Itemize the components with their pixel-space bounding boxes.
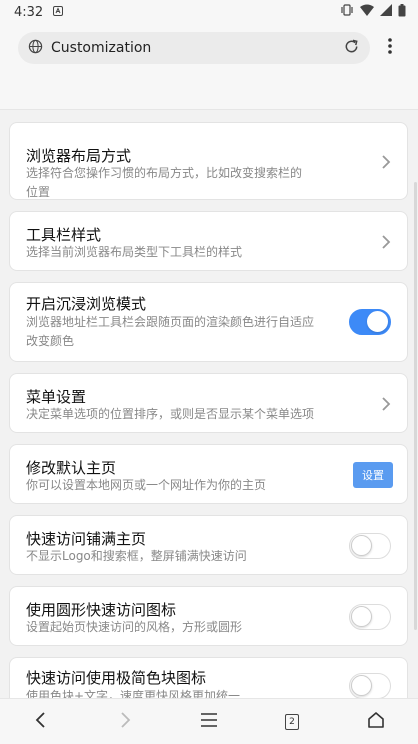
setting-toolbar-style[interactable]: 工具栏样式 选择当前浏览器布局类型下工具栏的样式 <box>9 211 408 271</box>
toggle-knob <box>367 311 388 332</box>
setting-default-homepage[interactable]: 修改默认主页 你可以设置本地网页或一个网址作为你的主页 设置 <box>9 444 408 504</box>
description-line: 选择当前浏览器布局类型下工具栏的样式 <box>26 245 243 259</box>
setting-title: 快速访问使用极简色块图标 <box>26 669 207 687</box>
reload-icon[interactable] <box>343 38 360 59</box>
setting-description: 选择符合您操作习惯的布局方式，比如改变搜索栏的 位置 <box>26 164 346 202</box>
description-line: 设置起始页快速访问的风格，方形或圆形 <box>26 620 243 634</box>
description-line: 使用色块+文字，速度更快风格更加统一 <box>26 689 241 698</box>
forward-button[interactable] <box>112 709 140 735</box>
bottom-navigation-bar: 2 <box>0 698 418 744</box>
hamburger-menu-icon <box>200 712 218 732</box>
setting-title: 菜单设置 <box>26 388 87 406</box>
round-icons-toggle[interactable] <box>349 604 391 630</box>
setting-quick-access-fullscreen[interactable]: 快速访问铺满主页 不显示Logo和搜索框，整屏铺满快速访问 <box>9 515 408 575</box>
menu-button[interactable] <box>195 709 223 735</box>
setting-immersive-mode[interactable]: 开启沉浸浏览模式 浏览器地址栏工具栏会跟随页面的渲染颜色进行自适应 改变颜色 <box>9 282 408 362</box>
setting-title: 工具栏样式 <box>26 226 102 244</box>
home-button[interactable] <box>362 709 390 735</box>
setting-description: 浏览器地址栏工具栏会跟随页面的渲染颜色进行自适应 改变颜色 <box>26 313 346 351</box>
immersive-mode-toggle[interactable] <box>349 309 391 335</box>
setting-title: 快速访问铺满主页 <box>26 530 147 548</box>
minimal-icons-toggle[interactable] <box>349 673 391 698</box>
tab-count-badge: 2 <box>285 714 299 730</box>
chevron-right-icon <box>381 154 391 170</box>
description-line: 不显示Logo和搜索框，整屏铺满快速访问 <box>26 549 247 563</box>
set-homepage-button[interactable]: 设置 <box>353 462 393 488</box>
description-line: 浏览器地址栏工具栏会跟随页面的渲染颜色进行自适应 <box>26 315 315 329</box>
setting-description: 选择当前浏览器布局类型下工具栏的样式 <box>26 243 346 262</box>
settings-list[interactable]: 浏览器布局方式 选择符合您操作习惯的布局方式，比如改变搜索栏的 位置 工具栏样式… <box>0 110 418 698</box>
quick-access-fullscreen-toggle[interactable] <box>349 533 391 559</box>
tabs-button[interactable]: 2 <box>278 709 306 735</box>
setting-menu[interactable]: 菜单设置 决定菜单选项的位置排序，或则是否显示某个菜单选项 <box>9 373 408 433</box>
description-line: 位置 <box>26 185 51 199</box>
more-vert-icon <box>388 38 392 58</box>
setting-round-quick-access-icons[interactable]: 使用圆形快速访问图标 设置起始页快速访问的风格，方形或圆形 <box>9 586 408 646</box>
battery-icon <box>398 3 406 21</box>
scrollbar[interactable] <box>414 182 417 630</box>
address-bar[interactable]: Customization <box>18 32 370 64</box>
chevron-right-icon <box>381 234 391 250</box>
description-line: 改变颜色 <box>26 334 75 348</box>
wifi-icon <box>360 4 374 20</box>
toggle-knob <box>351 535 372 556</box>
setting-browser-layout[interactable]: 浏览器布局方式 选择符合您操作习惯的布局方式，比如改变搜索栏的 位置 <box>9 122 408 200</box>
status-time: 4:32 <box>14 4 44 20</box>
description-line: 你可以设置本地网页或一个网址作为你的主页 <box>26 478 267 492</box>
setting-description: 设置起始页快速访问的风格，方形或圆形 <box>26 618 346 637</box>
setting-title: 开启沉浸浏览模式 <box>26 295 147 313</box>
home-icon <box>367 711 385 733</box>
setting-title: 修改默认主页 <box>26 459 117 477</box>
browser-toolbar: Customization <box>0 24 418 110</box>
chevron-right-icon <box>381 396 391 412</box>
globe-icon <box>28 39 43 58</box>
description-line: 决定菜单选项的位置排序，或则是否显示某个菜单选项 <box>26 407 315 421</box>
setting-minimal-color-icons[interactable]: 快速访问使用极简色块图标 使用色块+文字，速度更快风格更加统一 <box>9 657 408 698</box>
setting-title: 使用圆形快速访问图标 <box>26 601 177 619</box>
arrow-forward-icon <box>120 711 132 733</box>
back-button[interactable] <box>26 709 54 735</box>
setting-title: 浏览器布局方式 <box>26 147 132 165</box>
more-menu-button[interactable] <box>380 36 400 60</box>
toggle-knob <box>351 606 372 627</box>
signal-icon <box>380 4 392 20</box>
setting-description: 不显示Logo和搜索框，整屏铺满快速访问 <box>26 547 346 566</box>
description-line: 选择符合您操作习惯的布局方式，比如改变搜索栏的 <box>26 166 303 180</box>
status-bar: 4:32 <box>0 0 418 24</box>
page-title: Customization <box>51 40 152 56</box>
setting-description: 你可以设置本地网页或一个网址作为你的主页 <box>26 476 346 495</box>
setting-description: 决定菜单选项的位置排序，或则是否显示某个菜单选项 <box>26 405 346 424</box>
vibrate-icon <box>340 4 354 20</box>
arrow-back-icon <box>34 711 46 733</box>
notification-icon <box>53 5 64 20</box>
setting-description: 使用色块+文字，速度更快风格更加统一 <box>26 687 346 698</box>
toggle-knob <box>351 675 372 696</box>
